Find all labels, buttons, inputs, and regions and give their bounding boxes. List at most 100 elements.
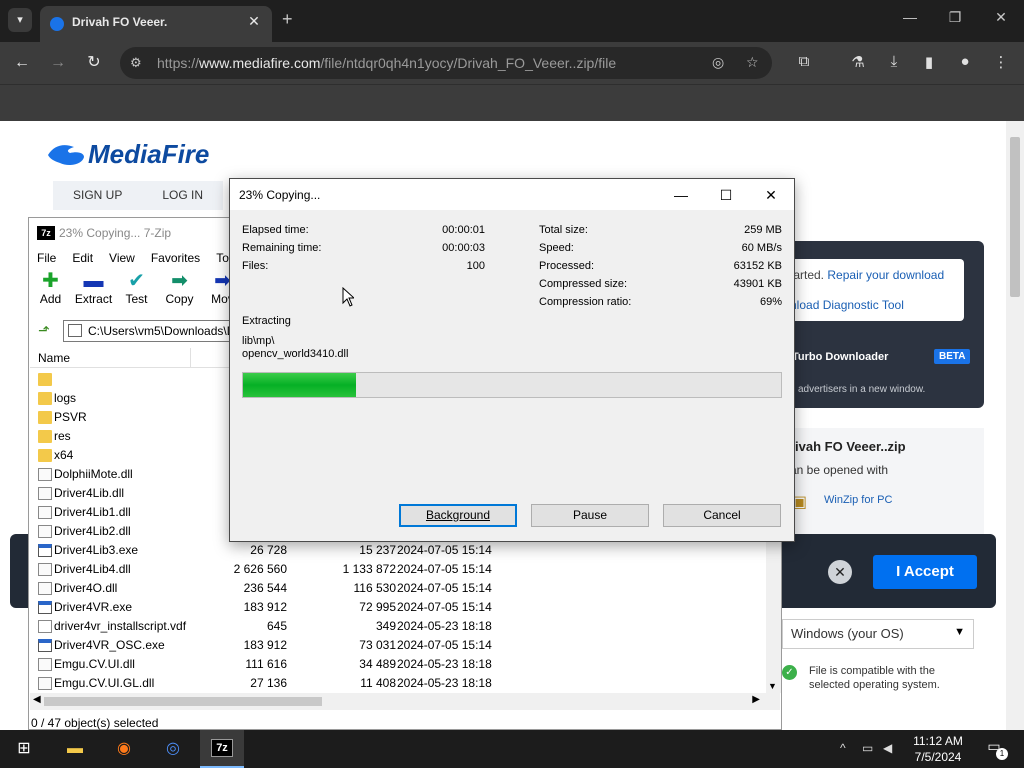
advertisers-text: advertisers in a new window. — [798, 384, 926, 395]
file-name: Driver4VR.exe — [54, 600, 133, 614]
log-in-link[interactable]: LOG IN — [142, 181, 223, 210]
address-bar[interactable]: ⚙ https://www.mediafire.com/file/ntdqr0q… — [120, 47, 772, 79]
turbo-downloader-label: Turbo Downloader — [792, 351, 889, 363]
file-explorer-icon[interactable]: ▬ — [62, 736, 88, 762]
url-scheme: https:// — [157, 55, 200, 71]
tab-search-button[interactable]: ▾ — [8, 8, 32, 32]
file-size: 26 728 — [250, 543, 287, 557]
remaining-value: 00:00:03 — [442, 242, 485, 254]
file-row[interactable]: driver4vr_installscript.vdf 645 349 2024-05… — [30, 617, 766, 636]
profile-avatar-icon[interactable]: ● — [954, 53, 976, 70]
file-row[interactable]: Driver4O.dll 236 544 116 530 2024-07-05 15:… — [30, 579, 766, 598]
page-scrollbar[interactable] — [1006, 121, 1024, 730]
plus-icon: ✚ — [42, 270, 59, 292]
windows-start-icon[interactable]: ⊞ — [11, 736, 37, 762]
file-list-hscroll[interactable]: ◀ ▶ — [30, 693, 780, 710]
file-row[interactable]: Driver4VR.exe 183 912 72 995 2024-07-05 15:… — [30, 598, 766, 617]
mediafire-logo[interactable]: MediaFire — [46, 139, 209, 170]
menu-view[interactable]: View — [101, 248, 143, 268]
column-name[interactable]: Name — [38, 351, 70, 365]
scroll-down-icon[interactable]: ▼ — [768, 681, 777, 691]
file-name: Driver4Lib1.dll — [54, 505, 131, 519]
folder-icon — [38, 449, 52, 462]
file-name: Driver4VR_OSC.exe — [54, 638, 165, 652]
volume-muted-icon[interactable]: ◀ — [883, 741, 892, 755]
taskbar-clock[interactable]: 11:12 AM 7/5/2024 — [904, 733, 972, 765]
speed-label: Speed: — [539, 242, 574, 254]
mouse-cursor-icon — [342, 287, 354, 307]
scroll-left-icon[interactable]: ◀ — [33, 694, 41, 705]
sign-up-link[interactable]: SIGN UP — [53, 181, 142, 210]
tracking-protection-icon[interactable]: ◎ — [712, 54, 724, 71]
dll-file-icon — [38, 487, 52, 500]
tab-close-icon[interactable]: ✕ — [244, 13, 264, 30]
consent-close-icon[interactable]: ✕ — [828, 560, 852, 584]
column-divider[interactable] — [190, 348, 191, 368]
dialog-maximize-icon[interactable]: ☐ — [711, 185, 741, 205]
compat-line-1: File is compatible with the — [809, 665, 935, 677]
firefox-icon[interactable]: ◉ — [111, 736, 137, 762]
files-value: 100 — [466, 260, 485, 272]
folder-up-icon[interactable]: ⬏ — [35, 322, 53, 340]
cancel-button[interactable]: Cancel — [663, 504, 781, 527]
copy-button[interactable]: ➡ Copy — [158, 270, 201, 316]
url-text[interactable]: https://www.mediafire.com/file/ntdqr0qh4… — [157, 55, 616, 71]
back-icon[interactable]: ← — [10, 52, 34, 74]
page-scroll-thumb[interactable] — [1010, 137, 1020, 297]
copy-progress-bar — [242, 372, 782, 398]
menu-edit[interactable]: Edit — [64, 248, 101, 268]
compression-ratio-label: Compression ratio: — [539, 296, 632, 308]
test-button[interactable]: ✔ Test — [115, 270, 158, 316]
elapsed-value: 00:00:01 — [442, 224, 485, 236]
extract-button[interactable]: ▬ Extract — [72, 270, 115, 316]
dialog-close-icon[interactable]: ✕ — [756, 185, 786, 205]
os-select[interactable]: Windows (your OS) ▼ — [782, 619, 974, 649]
repair-download-link[interactable]: Repair your download — [827, 268, 944, 282]
restore-icon[interactable]: ❐ — [940, 9, 970, 26]
dialog-title-bar[interactable]: 23% Copying... — ☐ ✕ — [230, 179, 794, 210]
network-icon[interactable]: ▭ — [862, 741, 873, 755]
total-size-label: Total size: — [539, 224, 588, 236]
menu-file[interactable]: File — [29, 248, 64, 268]
background-button[interactable]: Background — [399, 504, 517, 527]
dialog-minimize-icon[interactable]: — — [666, 185, 696, 205]
dialog-title: 23% Copying... — [239, 188, 321, 202]
close-window-icon[interactable]: ✕ — [986, 9, 1016, 26]
side-panel-icon[interactable]: ▮ — [918, 53, 940, 71]
downloads-icon[interactable]: ⤓ — [883, 53, 905, 70]
file-row[interactable]: Emgu.CV.UI.dll 111 616 34 489 2024-05-23 18… — [30, 655, 766, 674]
files-label: Files: — [242, 260, 269, 272]
file-title: rivah FO Veeer..zip — [790, 439, 906, 454]
file-row[interactable]: Driver4Lib3.exe 26 728 15 237 2024-07-05 15… — [30, 541, 766, 560]
bookmark-star-icon[interactable]: ☆ — [746, 54, 759, 71]
compatible-check-icon: ✓ — [782, 665, 797, 680]
file-modified: 2024-07-05 15:14 — [397, 600, 492, 614]
mediafire-favicon-icon — [50, 17, 64, 31]
file-row[interactable]: Emgu.CV.UI.GL.dll 27 136 11 408 2024-05-23 … — [30, 674, 766, 693]
browser-tab[interactable]: Drivah FO Veeer. ✕ — [40, 6, 272, 42]
pause-button[interactable]: Pause — [531, 504, 649, 527]
file-row[interactable]: Driver4VR_OSC.exe 183 912 73 031 2024-07-05… — [30, 636, 766, 655]
file-modified: 2024-07-05 15:14 — [397, 562, 492, 576]
diagnostic-tool-link[interactable]: nload Diagnostic Tool — [790, 298, 904, 312]
extensions-icon[interactable]: ⧉ — [793, 53, 815, 70]
add-button[interactable]: ✚ Add — [29, 270, 72, 316]
minimize-icon[interactable]: — — [895, 9, 925, 25]
taskbar-7zip[interactable]: 7z — [200, 730, 244, 768]
scroll-right-icon[interactable]: ▶ — [752, 694, 760, 705]
forward-icon[interactable]: → — [46, 52, 70, 74]
chrome-icon[interactable]: ◎ — [160, 736, 186, 762]
new-tab-button[interactable]: + — [282, 9, 293, 30]
site-info-icon[interactable]: ⚙ — [130, 55, 142, 71]
file-row[interactable]: Driver4Lib4.dll 2 626 560 1 133 872 2024-07… — [30, 560, 766, 579]
tray-chevron-icon[interactable]: ^ — [840, 741, 846, 755]
menu-favorites[interactable]: Favorites — [143, 248, 208, 268]
labs-flask-icon[interactable]: ⚗ — [847, 53, 869, 71]
reload-icon[interactable]: ↻ — [82, 52, 106, 74]
accept-button[interactable]: I Accept — [873, 555, 977, 589]
winzip-link[interactable]: WinZip for PC — [824, 494, 892, 506]
browser-menu-icon[interactable]: ⋮ — [990, 53, 1012, 71]
dll-file-icon — [38, 506, 52, 519]
hscroll-thumb[interactable] — [44, 697, 322, 706]
file-name: Emgu.CV.UI.GL.dll — [54, 676, 155, 690]
